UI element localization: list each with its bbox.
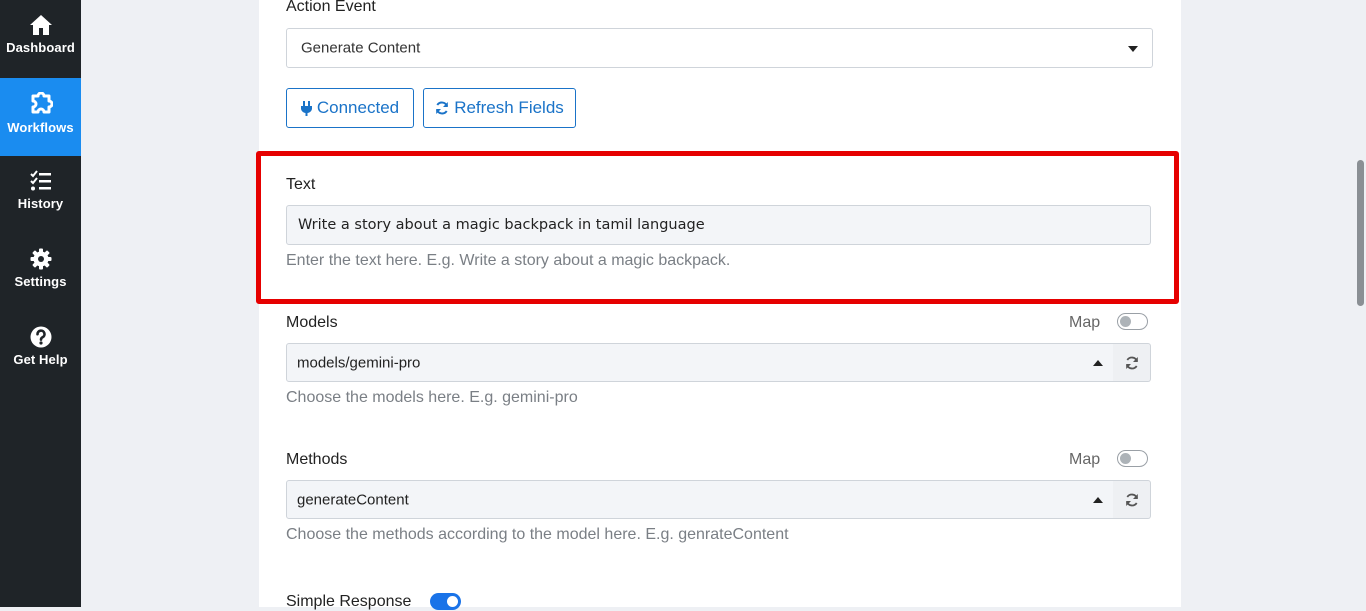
- refresh-icon: [1125, 356, 1138, 369]
- plug-icon: [300, 100, 312, 116]
- sidebar-item-label: History: [17, 196, 64, 211]
- simple-response-toggle[interactable]: [430, 593, 461, 610]
- puzzle-icon: [31, 92, 53, 114]
- sidebar-item-get-help[interactable]: Get Help: [0, 312, 81, 390]
- models-helper: Choose the models here. E.g. gemini-pro: [286, 389, 578, 406]
- action-event-label: Action Event: [286, 0, 376, 15]
- sidebar: Dashboard Workflows History Settings Get…: [0, 0, 81, 607]
- toggle-knob: [1120, 316, 1131, 327]
- toggle-knob: [447, 596, 458, 607]
- action-event-value: Generate Content: [301, 39, 421, 57]
- methods-helper: Choose the methods according to the mode…: [286, 526, 789, 543]
- action-event-select[interactable]: Generate Content: [286, 28, 1153, 68]
- refresh-icon: [1125, 493, 1138, 506]
- caret-down-icon: [1128, 46, 1138, 52]
- methods-map-toggle[interactable]: [1117, 450, 1148, 467]
- highlight-box: [256, 151, 1179, 304]
- caret-up-icon: [1093, 360, 1103, 366]
- sidebar-item-label: Settings: [14, 274, 67, 289]
- sidebar-item-history[interactable]: History: [0, 156, 81, 234]
- models-map-label: Map: [1069, 314, 1101, 331]
- sidebar-item-label: Workflows: [7, 120, 74, 135]
- methods-map-label: Map: [1069, 451, 1101, 468]
- methods-label: Methods: [286, 451, 348, 468]
- sidebar-item-workflows[interactable]: Workflows: [0, 78, 81, 156]
- refresh-fields-label: Refresh Fields: [454, 98, 564, 117]
- methods-refresh-button[interactable]: [1113, 480, 1151, 519]
- home-icon: [29, 15, 52, 35]
- gear-icon: [30, 248, 51, 270]
- models-map-toggle[interactable]: [1117, 313, 1148, 330]
- list-check-icon: [29, 170, 51, 191]
- simple-response-label: Simple Response: [286, 593, 412, 610]
- methods-value: generateContent: [297, 491, 409, 508]
- sidebar-item-dashboard[interactable]: Dashboard: [0, 0, 81, 78]
- scrollbar-thumb[interactable]: [1357, 160, 1364, 306]
- models-label: Models: [286, 314, 338, 331]
- methods-select[interactable]: generateContent: [286, 480, 1114, 519]
- caret-up-icon: [1093, 497, 1103, 503]
- sidebar-item-settings[interactable]: Settings: [0, 234, 81, 312]
- sidebar-item-label: Dashboard: [6, 40, 75, 55]
- question-circle-icon: [30, 326, 51, 348]
- refresh-fields-button[interactable]: Refresh Fields: [423, 88, 576, 128]
- connected-button[interactable]: Connected: [286, 88, 414, 128]
- models-value: models/gemini-pro: [297, 354, 421, 371]
- models-refresh-button[interactable]: [1113, 343, 1151, 382]
- sidebar-item-label: Get Help: [13, 352, 68, 367]
- models-select[interactable]: models/gemini-pro: [286, 343, 1114, 382]
- toggle-knob: [1120, 453, 1131, 464]
- refresh-icon: [436, 101, 449, 115]
- connected-label: Connected: [316, 98, 400, 117]
